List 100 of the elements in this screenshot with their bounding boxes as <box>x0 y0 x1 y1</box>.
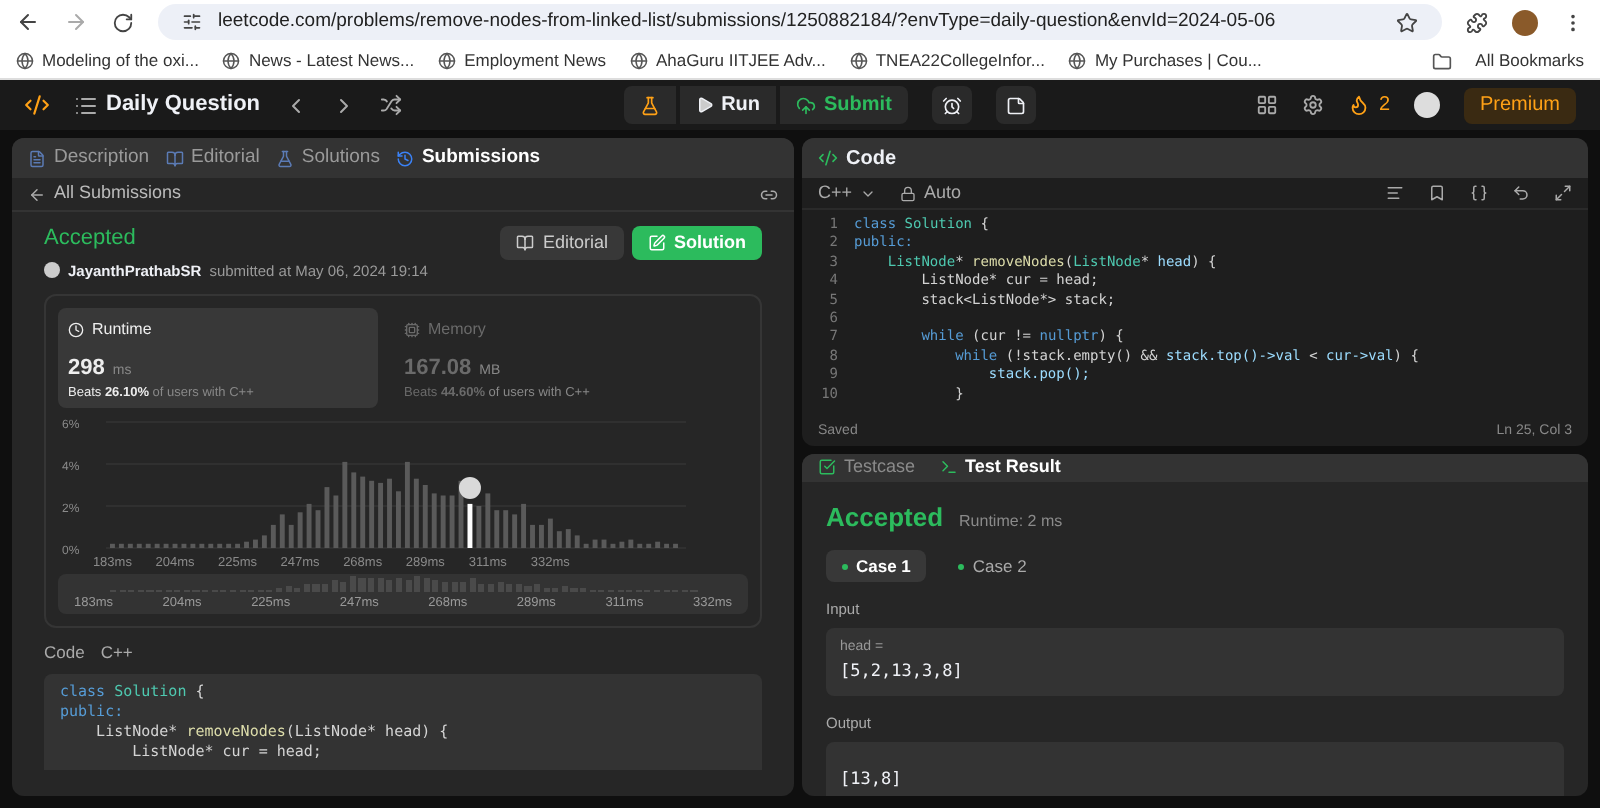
histogram-bar <box>655 541 661 548</box>
panel-tab[interactable]: Description <box>28 143 150 173</box>
histogram-bar <box>145 543 151 548</box>
site-globe-icon <box>1068 52 1087 70</box>
bookmark-link[interactable]: My Purchases | Cou... <box>1094 48 1262 74</box>
histogram-bar <box>664 543 670 548</box>
bookmark-icon[interactable] <box>1428 184 1446 202</box>
histogram-bar <box>270 524 276 548</box>
histogram-bar <box>673 543 678 548</box>
bookmark-link[interactable]: TNEA22CollegeInfor... <box>875 48 1045 74</box>
bookmark-star-icon[interactable] <box>1396 11 1418 33</box>
case-tab[interactable]: Case 1 <box>826 550 927 582</box>
folder-icon <box>1431 51 1452 71</box>
run-button[interactable]: Run <box>679 86 777 124</box>
histogram-bar <box>494 509 500 548</box>
problem-list-title[interactable]: Daily Question <box>106 88 261 122</box>
expand-icon[interactable] <box>1554 184 1572 202</box>
bookmark-link[interactable]: AhaGuru IITJEE Adv... <box>655 48 826 74</box>
histogram-bar <box>172 543 178 548</box>
bookmark-link[interactable]: News - Latest News... <box>248 48 415 74</box>
premium-button[interactable]: Premium <box>1464 87 1577 123</box>
stat-title: Runtime <box>92 317 152 342</box>
address-bar[interactable]: leetcode.com/problems/remove-nodes-from-linked-list/submissions/1250882184/?envType=daily-question&envId=2024-05-06 <box>158 4 1442 40</box>
streak-count: 2 <box>1378 92 1390 120</box>
logo-icon[interactable] <box>24 92 50 118</box>
checkbox-icon <box>818 458 836 477</box>
histogram-bar <box>288 524 294 548</box>
bookmark-link[interactable]: Employment News <box>464 48 606 74</box>
edit-icon <box>648 234 666 252</box>
reload-icon[interactable] <box>112 11 134 33</box>
braces-icon[interactable] <box>1470 184 1488 202</box>
stat-value: 167.08 <box>404 353 472 384</box>
histogram-bar <box>110 543 115 548</box>
profile-avatar[interactable] <box>1512 9 1538 35</box>
notes-button[interactable] <box>995 86 1036 124</box>
book-icon <box>516 234 535 252</box>
mode-label: Auto <box>924 179 962 206</box>
histogram-bar <box>521 503 527 548</box>
code-icon <box>818 148 838 168</box>
histogram-bar <box>297 511 303 548</box>
panel-tab[interactable]: Test Result <box>939 454 1061 481</box>
cloud-upload-icon <box>796 95 817 115</box>
format-icon[interactable] <box>1386 184 1404 202</box>
histogram-bar <box>440 495 446 548</box>
url-text: leetcode.com/problems/remove-nodes-from-linked-list/submissions/1250882184/?envType=daily-question&envId=2024-05-06 <box>218 7 1278 36</box>
terminal-icon <box>939 458 958 477</box>
output-value: [13,8] <box>840 769 902 790</box>
language-label: C++ <box>100 639 133 665</box>
histogram-bar <box>127 543 133 548</box>
histogram-bar <box>512 513 518 548</box>
flask-icon <box>639 95 660 115</box>
case-tab[interactable]: Case 2 <box>942 550 1043 582</box>
panel-tab[interactable]: Solutions <box>275 143 380 173</box>
panel-tab[interactable]: Testcase <box>818 454 916 481</box>
histogram-bar <box>118 543 124 548</box>
histogram-bar <box>244 541 249 548</box>
grid-icon[interactable] <box>1256 94 1279 116</box>
bookmark-link[interactable]: Modeling of the oxi... <box>42 48 199 74</box>
editorial-button[interactable]: Editorial <box>500 226 624 260</box>
link-icon[interactable] <box>760 185 778 203</box>
timer-button[interactable] <box>931 86 972 124</box>
histogram-bar <box>485 492 491 548</box>
histogram-bar <box>261 534 267 548</box>
stat-value: 298 <box>68 353 105 384</box>
histogram-bar <box>646 543 652 548</box>
settings-icon[interactable] <box>1302 94 1325 116</box>
histogram-bar <box>163 543 169 548</box>
all-submissions-link[interactable]: All Submissions <box>54 180 182 208</box>
histogram-bar <box>556 530 562 548</box>
extensions-icon[interactable] <box>1466 11 1488 33</box>
histogram-bar <box>467 503 473 548</box>
histogram-bar <box>235 543 241 548</box>
histogram-bar <box>530 524 535 548</box>
shuffle-icon[interactable] <box>380 94 403 116</box>
back-icon[interactable] <box>16 10 40 34</box>
avatar[interactable] <box>1414 92 1440 118</box>
all-bookmarks-link[interactable]: All Bookmarks <box>1475 48 1584 74</box>
back-arrow-icon[interactable] <box>28 185 46 203</box>
stat-title: Memory <box>428 317 486 342</box>
site-settings-icon[interactable] <box>182 12 202 32</box>
submission-status: Accepted <box>44 224 138 254</box>
site-globe-icon <box>16 52 34 70</box>
histogram-bar <box>253 539 258 548</box>
debug-button[interactable] <box>623 86 676 124</box>
undo-icon[interactable] <box>1512 184 1530 202</box>
histogram-bar <box>404 461 410 548</box>
histogram-bar <box>476 505 482 548</box>
histogram-bar <box>378 482 384 548</box>
result-runtime: Runtime: 2 ms <box>959 509 1063 533</box>
histogram-bar <box>539 524 544 548</box>
input-value: [5,2,13,3,8] <box>840 659 965 685</box>
submit-button[interactable]: Submit <box>780 86 908 124</box>
panel-tab[interactable]: Submissions <box>395 143 541 173</box>
alarm-clock-icon <box>941 95 962 115</box>
histogram-bar <box>547 518 553 548</box>
histogram-bar <box>610 543 616 548</box>
panel-tab[interactable]: Editorial <box>165 143 260 173</box>
language-select[interactable]: C++ <box>818 179 877 207</box>
tab-icon <box>275 149 294 167</box>
histogram-bar <box>342 461 348 548</box>
